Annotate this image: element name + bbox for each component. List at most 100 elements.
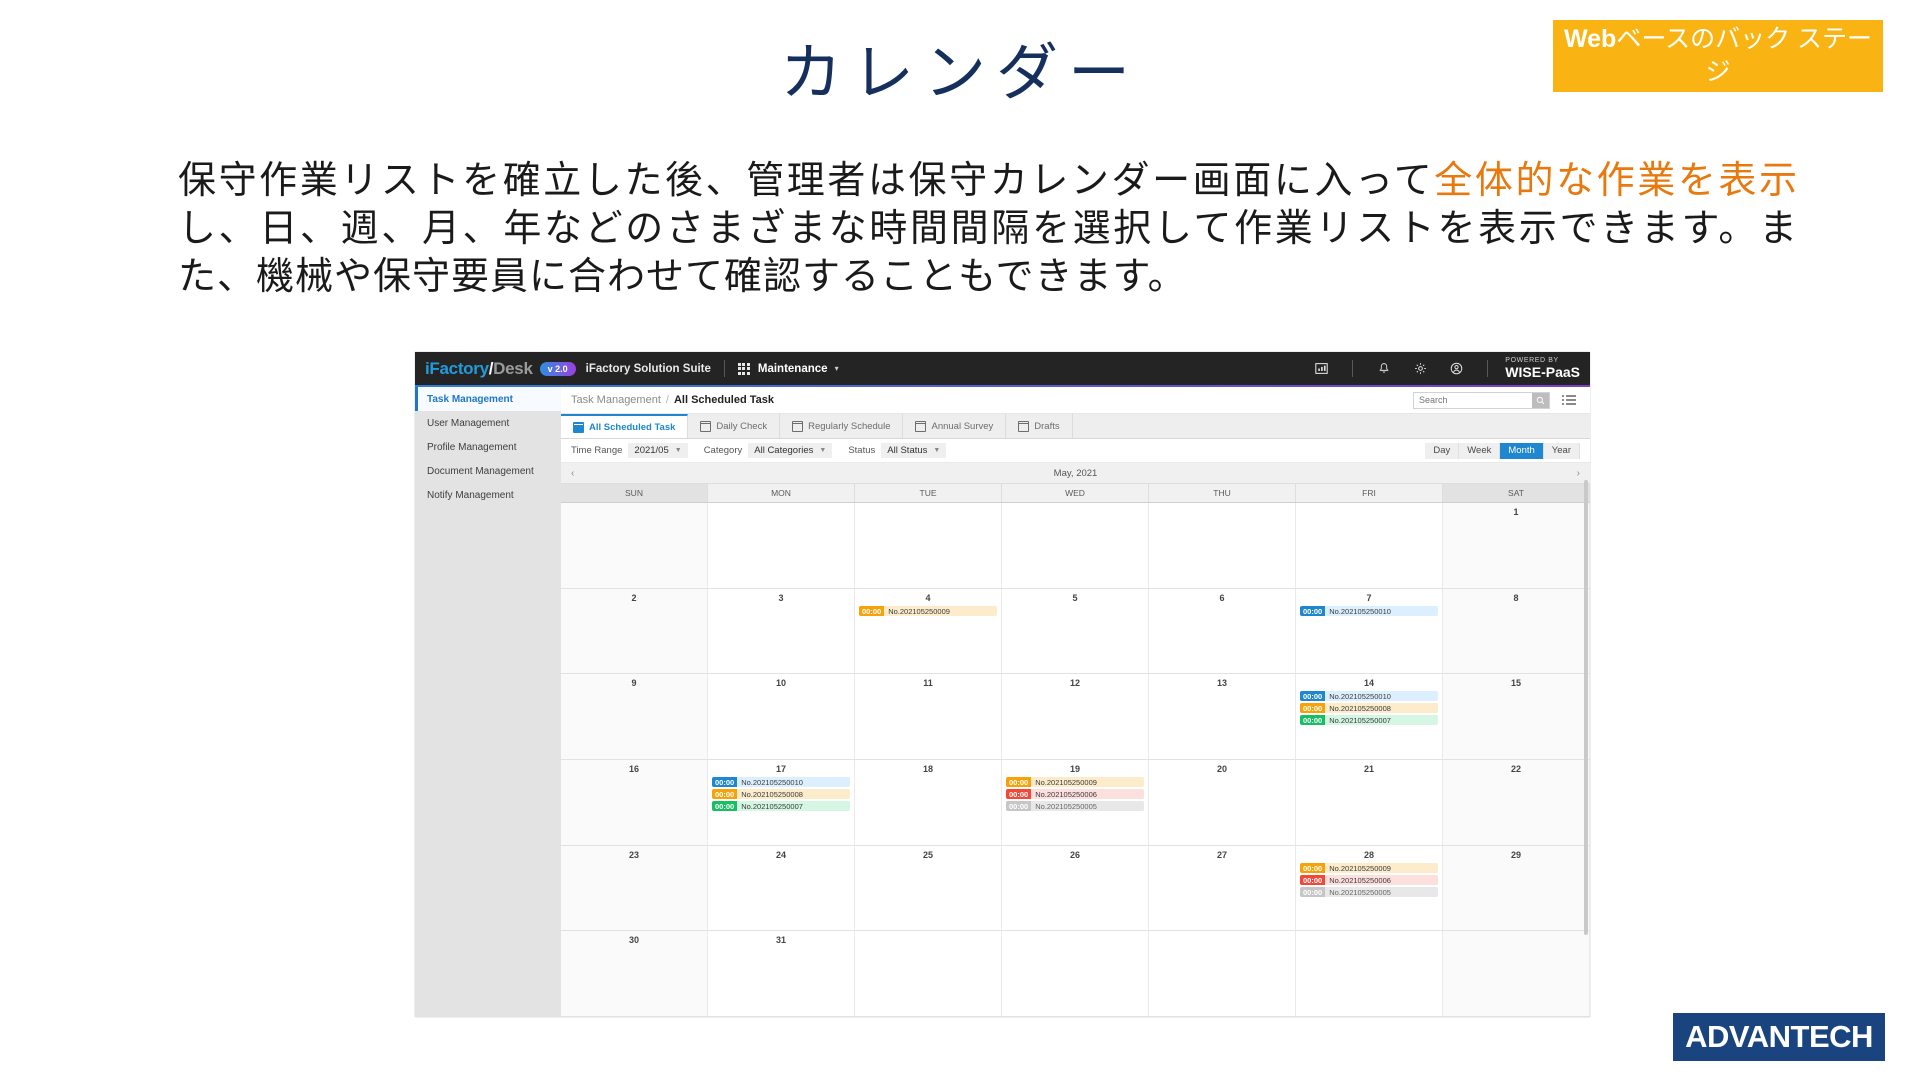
calendar-day-cell[interactable]: 18 [855, 760, 1002, 845]
calendar-empty-cell [561, 503, 708, 588]
calendar-icon [792, 420, 804, 432]
view-mode-year[interactable]: Year [1543, 442, 1580, 459]
report-icon[interactable] [1312, 360, 1330, 378]
calendar-event[interactable]: 00:00 No.202105250008 [1300, 703, 1438, 714]
sidebar-item-task-management[interactable]: Task Management [415, 387, 561, 411]
calendar-day-cell[interactable]: 31 [708, 931, 855, 1017]
calendar-day-cell[interactable]: 22 [1443, 760, 1590, 845]
day-number: 18 [922, 764, 933, 775]
search-input[interactable] [1414, 392, 1532, 408]
sidebar-item-document-management[interactable]: Document Management [415, 459, 561, 483]
calendar-day-cell[interactable]: 2 [561, 588, 708, 674]
list-view-icon[interactable] [1562, 395, 1576, 405]
calendar-day-cell[interactable]: 11 [855, 674, 1002, 760]
calendar-day-cell[interactable]: 8 [1443, 588, 1590, 674]
tab-daily-check[interactable]: Daily Check [688, 414, 781, 438]
calendar-day-cell[interactable]: 29 [1443, 845, 1590, 931]
next-month-button[interactable]: › [1577, 468, 1580, 479]
gear-icon[interactable] [1411, 360, 1429, 378]
calendar-event[interactable]: 00:00 No.202105250009 [859, 605, 997, 616]
calendar-event[interactable]: 00:00 No.202105250005 [1006, 801, 1144, 812]
app-grid-icon[interactable] [737, 362, 750, 375]
day-number: 7 [1366, 592, 1372, 603]
month-navigation: ‹ May, 2021 › [561, 463, 1590, 484]
filter-category[interactable]: All Categories ▼ [748, 443, 833, 458]
calendar-event[interactable]: 00:00 No.202105250008 [712, 789, 850, 800]
calendar-day-cell[interactable]: 21 [1296, 760, 1443, 845]
breadcrumb-separator: / [665, 394, 669, 406]
calendar-day-cell[interactable]: 19 00:00 No.202105250009 00:00 No.2021052500… [1002, 760, 1149, 845]
calendar-event[interactable]: 00:00 No.202105250007 [712, 801, 850, 812]
calendar-day-cell[interactable]: 20 [1149, 760, 1296, 845]
calendar-event[interactable]: 00:00 No.202105250010 [1300, 691, 1438, 702]
day-number: 23 [628, 849, 639, 860]
breadcrumb-parent[interactable]: Task Management [571, 394, 661, 406]
calendar-day-cell[interactable]: 30 [561, 931, 708, 1017]
calendar-day-cell[interactable]: 1 [1443, 503, 1590, 588]
calendar-empty-cell [855, 503, 1002, 588]
calendar-day-cell[interactable]: 24 [708, 845, 855, 931]
view-mode-day[interactable]: Day [1425, 442, 1460, 459]
app-body: Task Management User Management Profile … [415, 387, 1590, 1017]
chevron-down-icon: ▼ [819, 447, 827, 454]
calendar-day-cell[interactable]: 15 [1443, 674, 1590, 760]
tab-drafts[interactable]: Drafts [1006, 414, 1073, 438]
calendar-day-cell[interactable]: 3 [708, 588, 855, 674]
suite-name: iFactory Solution Suite [585, 362, 711, 375]
calendar-event[interactable]: 00:00 No.202105250006 [1006, 789, 1144, 800]
day-number: 12 [1069, 678, 1080, 689]
event-time: 00:00 [1300, 703, 1326, 714]
event-time: 00:00 [1006, 777, 1032, 788]
calendar-empty-cell [1002, 931, 1149, 1017]
calendar-day-cell[interactable]: 12 [1002, 674, 1149, 760]
calendar-day-cell[interactable]: 13 [1149, 674, 1296, 760]
search-box[interactable] [1413, 391, 1550, 409]
calendar-day-cell[interactable]: 17 00:00 No.202105250010 00:00 No.2021052500… [708, 760, 855, 845]
bell-icon[interactable] [1375, 360, 1393, 378]
sidebar-item-notify-management[interactable]: Notify Management [415, 483, 561, 507]
event-number: No.202105250010 [737, 777, 850, 788]
tab-all-scheduled-task[interactable]: All Scheduled Task [561, 414, 689, 438]
badge-rest-text: ベースのバック ステージ [1616, 25, 1873, 86]
calendar-day-cell[interactable]: 27 [1149, 845, 1296, 931]
scrollbar[interactable] [1584, 480, 1588, 935]
calendar-event[interactable]: 00:00 No.202105250007 [1300, 715, 1438, 726]
filter-time-range[interactable]: 2021/05 ▼ [628, 443, 688, 458]
calendar-day-cell[interactable]: 23 [561, 845, 708, 931]
calendar-day-cell[interactable]: 5 [1002, 588, 1149, 674]
module-name[interactable]: Maintenance [758, 363, 828, 375]
tab-annual-survey[interactable]: Annual Survey [903, 414, 1007, 438]
calendar-day-cell[interactable]: 16 [561, 760, 708, 845]
day-number: 1 [1513, 507, 1519, 517]
account-icon[interactable] [1447, 360, 1465, 378]
dow-mon: MON [708, 484, 855, 502]
calendar-day-cell[interactable]: 25 [855, 845, 1002, 931]
icon-divider-1 [1352, 360, 1354, 377]
calendar-day-cell[interactable]: 10 [708, 674, 855, 760]
filter-status[interactable]: All Status ▼ [881, 443, 947, 458]
calendar-event[interactable]: 00:00 No.202105250009 [1300, 862, 1438, 873]
search-icon[interactable] [1532, 392, 1549, 408]
tab-regularly-schedule[interactable]: Regularly Schedule [780, 414, 904, 438]
calendar-day-cell[interactable]: 26 [1002, 845, 1149, 931]
calendar-day-cell[interactable]: 14 00:00 No.202105250010 00:00 No.2021052500… [1296, 674, 1443, 760]
calendar-day-cell[interactable]: 28 00:00 No.202105250009 00:00 No.2021052500… [1296, 845, 1443, 931]
chevron-down-icon[interactable]: ▾ [835, 364, 839, 373]
event-number: No.202105250005 [1031, 801, 1144, 812]
event-time: 00:00 [712, 789, 738, 800]
calendar-day-cell[interactable]: 9 [561, 674, 708, 760]
calendar-day-cell[interactable]: 4 00:00 No.202105250009 [855, 588, 1002, 674]
view-mode-week[interactable]: Week [1459, 442, 1501, 459]
calendar-event[interactable]: 00:00 No.202105250010 [712, 777, 850, 788]
view-mode-month[interactable]: Month [1500, 442, 1544, 459]
calendar-event[interactable]: 00:00 No.202105250005 [1300, 886, 1438, 897]
calendar-day-cell[interactable]: 6 [1149, 588, 1296, 674]
app-logo[interactable]: iFactory/Desk [425, 359, 533, 379]
calendar-event[interactable]: 00:00 No.202105250006 [1300, 874, 1438, 885]
calendar-event[interactable]: 00:00 No.202105250009 [1006, 777, 1144, 788]
sidebar-item-profile-management[interactable]: Profile Management [415, 435, 561, 459]
calendar-event[interactable]: 00:00 No.202105250010 [1300, 605, 1438, 616]
day-number: 15 [1510, 678, 1521, 689]
sidebar-item-user-management[interactable]: User Management [415, 411, 561, 435]
calendar-day-cell[interactable]: 7 00:00 No.202105250010 [1296, 588, 1443, 674]
